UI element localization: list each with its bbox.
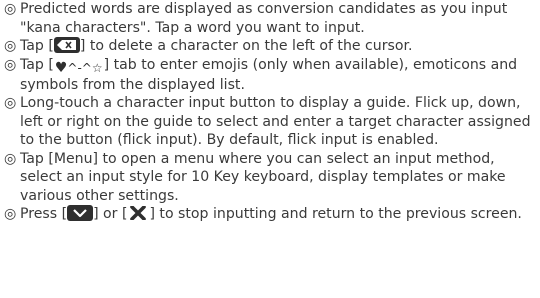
star-icon: ☆ bbox=[91, 60, 103, 75]
close-keyboard-icon bbox=[67, 205, 94, 221]
list-item: ◎ Tap [Menu] to open a menu where you ca… bbox=[4, 150, 538, 206]
item-text-segment: Tap [Menu] to open a menu where you can … bbox=[20, 150, 506, 204]
item-text-segment: Predicted words are displayed as convers… bbox=[20, 1, 508, 36]
item-text: Press [ ] or [ ] to stop inputting and ret… bbox=[20, 205, 538, 224]
item-text-segment: ] to stop inputting and return to the pr… bbox=[149, 206, 522, 222]
item-text-segment: ] to delete a character on the left of t… bbox=[79, 38, 413, 54]
item-text: Long-touch a character input button to d… bbox=[20, 94, 538, 150]
item-text: Tap [ ] to delete a character on the left… bbox=[20, 37, 538, 56]
item-text-segment: Long-touch a character input button to d… bbox=[20, 95, 531, 148]
bullet-mark: ◎ bbox=[4, 206, 17, 222]
list-item: ◎ Tap [ ] to delete a character on the le… bbox=[4, 37, 538, 56]
instructions-document: ◎ Predicted words are displayed as conve… bbox=[4, 0, 538, 224]
item-text-segment: Tap [ bbox=[20, 38, 54, 54]
list-item: ◎ Tap [♥^-^☆] tab to enter emojis (only … bbox=[4, 56, 538, 95]
item-text: Predicted words are displayed as convers… bbox=[20, 0, 538, 37]
emoticon-face-glyph: ^-^ bbox=[67, 60, 92, 75]
item-text: Tap [Menu] to open a menu where you can … bbox=[20, 150, 538, 206]
item-text: Tap [♥^-^☆] tab to enter emojis (only wh… bbox=[20, 56, 538, 95]
list-item: ◎ Predicted words are displayed as conve… bbox=[4, 0, 538, 37]
bullet-mark: ◎ bbox=[4, 1, 17, 17]
heart-icon: ♥ bbox=[54, 59, 68, 76]
item-text-segment: Tap [ bbox=[20, 56, 54, 73]
list-item: ◎ Long-touch a character input button to… bbox=[4, 94, 538, 150]
x-mark-icon bbox=[127, 205, 149, 221]
item-text-segment: ] or [ bbox=[93, 206, 128, 222]
bullet-mark: ◎ bbox=[4, 38, 17, 54]
list-item: ◎ Press [ ] or [ ] to stop inputting and r… bbox=[4, 205, 538, 224]
bullet-mark: ◎ bbox=[4, 56, 17, 73]
bullet-mark: ◎ bbox=[4, 95, 17, 111]
emoji-tab-icon: ♥^-^☆ bbox=[54, 60, 104, 76]
bullet-mark: ◎ bbox=[4, 150, 17, 167]
item-text-segment: Press [ bbox=[20, 206, 68, 222]
delete-key-icon bbox=[53, 37, 80, 53]
